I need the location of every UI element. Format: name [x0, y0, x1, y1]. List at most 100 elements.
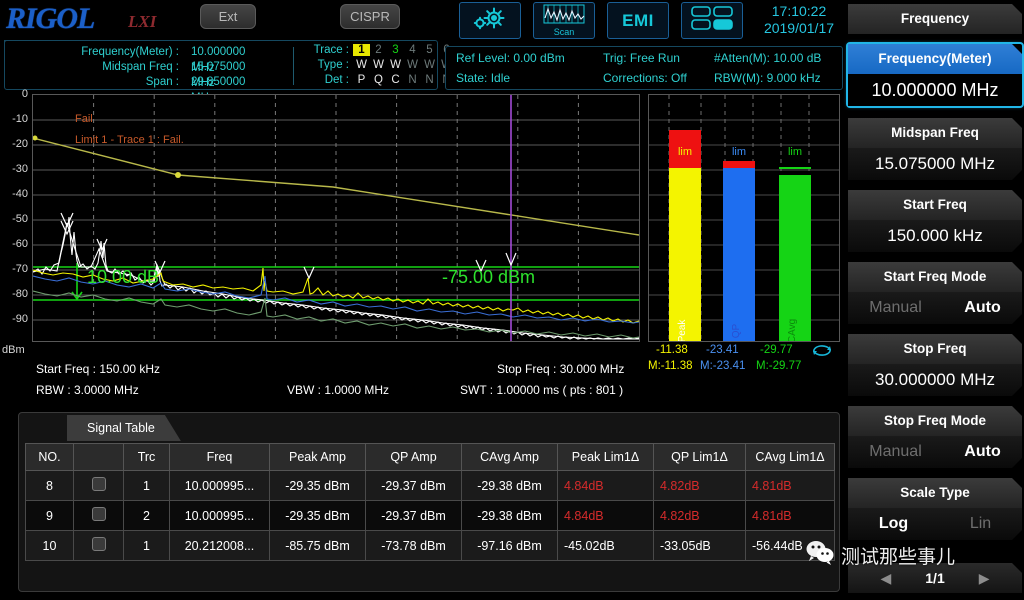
table-row[interactable]: 9 2 10.000995... -29.35 dBm -29.37 dBm -…	[25, 500, 835, 531]
menu-item-stop-freq-mode[interactable]: Stop Freq Mode Manual Auto	[848, 406, 1022, 468]
det-cell-4[interactable]: N	[404, 74, 421, 86]
menu-item-scale-type[interactable]: Scale Type Log Lin	[848, 478, 1022, 540]
col-peak-amp[interactable]: Peak Amp	[269, 443, 366, 471]
spectrum-plot[interactable]: Fail Limit 1 - Trace 1 : Fail. 10.00 dB …	[32, 94, 640, 342]
ext-button[interactable]: Ext	[200, 4, 256, 29]
type-cell-3[interactable]: W	[387, 59, 404, 71]
menu-item-value[interactable]: 150.000 kHz	[848, 220, 1022, 252]
refresh-cycle-icon[interactable]	[811, 343, 833, 363]
det-cell-3[interactable]: C	[387, 74, 404, 86]
row-checkbox[interactable]	[91, 507, 106, 521]
col-freq[interactable]: Freq	[169, 443, 270, 471]
toggle-option-manual[interactable]: Manual	[869, 443, 921, 461]
col-qp-amp[interactable]: QP Amp	[365, 443, 462, 471]
trace-cell-2[interactable]: 2	[370, 44, 387, 56]
y-tick: -90	[12, 313, 28, 325]
menu-item-toggle[interactable]: Manual Auto	[848, 436, 1022, 468]
bar-value-qp: -23.41	[706, 344, 739, 356]
col-trc[interactable]: Trc	[123, 443, 170, 471]
svg-text:QP: QP	[731, 323, 742, 338]
layout-button[interactable]	[681, 2, 743, 39]
type-cell-2[interactable]: W	[370, 59, 387, 71]
scan-button[interactable]: Scan	[533, 2, 595, 39]
row-checkbox[interactable]	[91, 537, 106, 551]
graph-area: 0 -10 -20 -30 -40 -50 -60 -70 -80 -90 dB…	[0, 88, 845, 372]
limit-annotation: Limit 1 - Trace 1 : Fail.	[75, 134, 184, 146]
bar-value-peak: -11.38	[656, 344, 688, 356]
cell-qp-lim: 4.82dB	[653, 470, 746, 501]
bar-meter-panel: lim Peak lim QP lim CAvg	[648, 94, 840, 342]
settings-button[interactable]	[459, 2, 521, 39]
cell-check[interactable]	[73, 530, 124, 561]
tab-signal-table[interactable]: Signal Table	[67, 415, 181, 441]
menu-item-value[interactable]: 30.000000 MHz	[848, 364, 1022, 396]
menu-item-value[interactable]: 10.000000 MHz	[848, 74, 1022, 106]
y-tick: -20	[12, 138, 28, 150]
cell-cavg-amp: -29.38 dBm	[461, 500, 558, 531]
spectrum-analyzer-screen: RIGOL LXI Ext CISPR Scan EMI 17:10:22 20…	[0, 0, 1024, 600]
row-checkbox[interactable]	[91, 477, 106, 491]
col-cavg-amp[interactable]: CAvg Amp	[461, 443, 558, 471]
menu-item-title: Start Freq Mode	[848, 262, 1022, 292]
clock-time: 17:10:22	[771, 3, 827, 19]
pager-next-icon[interactable]: ▶	[979, 570, 990, 587]
menu-item-stop-freq[interactable]: Stop Freq 30.000000 MHz	[848, 334, 1022, 396]
cispr-button[interactable]: CISPR	[340, 4, 400, 29]
det-cell-2[interactable]: Q	[370, 74, 387, 86]
pager-prev-icon[interactable]: ◀	[880, 570, 891, 587]
col-no[interactable]: NO.	[25, 443, 74, 471]
emi-button[interactable]: EMI	[607, 2, 669, 39]
svg-text:Peak: Peak	[677, 319, 688, 341]
bar-value-cavg: -29.77	[760, 344, 793, 356]
menu-item-toggle[interactable]: Log Lin	[848, 508, 1022, 540]
trace-cell-1[interactable]: 1	[353, 44, 370, 56]
svg-text:CAvg: CAvg	[787, 319, 798, 341]
toggle-option-log[interactable]: Log	[879, 515, 908, 533]
col-cavg-lim[interactable]: CAvg Lim1Δ	[745, 443, 835, 471]
cell-cavg-amp: -29.38 dBm	[461, 470, 558, 501]
table-row[interactable]: 10 1 20.212008... -85.75 dBm -73.78 dBm …	[25, 530, 835, 561]
menu-item-toggle[interactable]: Manual Auto	[848, 292, 1022, 324]
svg-text:lim: lim	[678, 146, 692, 158]
cell-freq: 10.000995...	[169, 500, 270, 531]
rigol-logo: RIGOL	[6, 2, 95, 35]
menu-item-start-freq[interactable]: Start Freq 150.000 kHz	[848, 190, 1022, 252]
menu-item-frequency-meter[interactable]: Frequency(Meter) 10.000000 MHz	[846, 42, 1024, 108]
cell-peak-lim: -45.02dB	[557, 530, 654, 561]
cell-peak-lim: 4.84dB	[557, 500, 654, 531]
table-row[interactable]: 8 1 10.000995... -29.35 dBm -29.37 dBm -…	[25, 470, 835, 501]
cell-check[interactable]	[73, 500, 124, 531]
footer-vbw: VBW : 1.0000 MHz	[287, 383, 390, 397]
divider	[293, 47, 294, 85]
menu-item-midspan-freq[interactable]: Midspan Freq 15.075000 MHz	[848, 118, 1022, 180]
y-tick: -60	[12, 238, 28, 250]
col-peak-lim[interactable]: Peak Lim1Δ	[557, 443, 654, 471]
trace-cell-3[interactable]: 3	[387, 44, 404, 56]
softkey-menu: Frequency Frequency(Meter) 10.000000 MHz…	[846, 0, 1024, 600]
col-qp-lim[interactable]: QP Lim1Δ	[653, 443, 746, 471]
menu-item-value[interactable]: 15.075000 MHz	[848, 148, 1022, 180]
col-check[interactable]	[73, 443, 124, 471]
svg-text:lim: lim	[788, 146, 802, 158]
det-cell-1[interactable]: P	[353, 74, 370, 86]
wechat-icon	[805, 540, 835, 570]
cell-check[interactable]	[73, 470, 124, 501]
y-tick: -70	[12, 263, 28, 275]
marker-offset-text: 10.00 dB	[87, 267, 159, 287]
type-cell-5[interactable]: W	[421, 59, 438, 71]
menu-item-title: Frequency(Meter)	[848, 44, 1022, 74]
trace-cell-5[interactable]: 5	[421, 44, 438, 56]
cell-qp-lim: 4.82dB	[653, 500, 746, 531]
type-cell-4[interactable]: W	[404, 59, 421, 71]
det-cell-5[interactable]: N	[421, 74, 438, 86]
toggle-option-auto[interactable]: Auto	[964, 443, 1000, 461]
toggle-option-lin[interactable]: Lin	[970, 515, 991, 533]
type-cell-1[interactable]: W	[353, 59, 370, 71]
menu-item-start-freq-mode[interactable]: Start Freq Mode Manual Auto	[848, 262, 1022, 324]
y-tick: -30	[12, 163, 28, 175]
trace-cell-4[interactable]: 4	[404, 44, 421, 56]
toggle-option-manual[interactable]: Manual	[869, 299, 921, 317]
toggle-option-auto[interactable]: Auto	[964, 299, 1000, 317]
cell-cavg-lim: 4.81dB	[745, 500, 835, 531]
menu-item-title: Midspan Freq	[848, 118, 1022, 148]
